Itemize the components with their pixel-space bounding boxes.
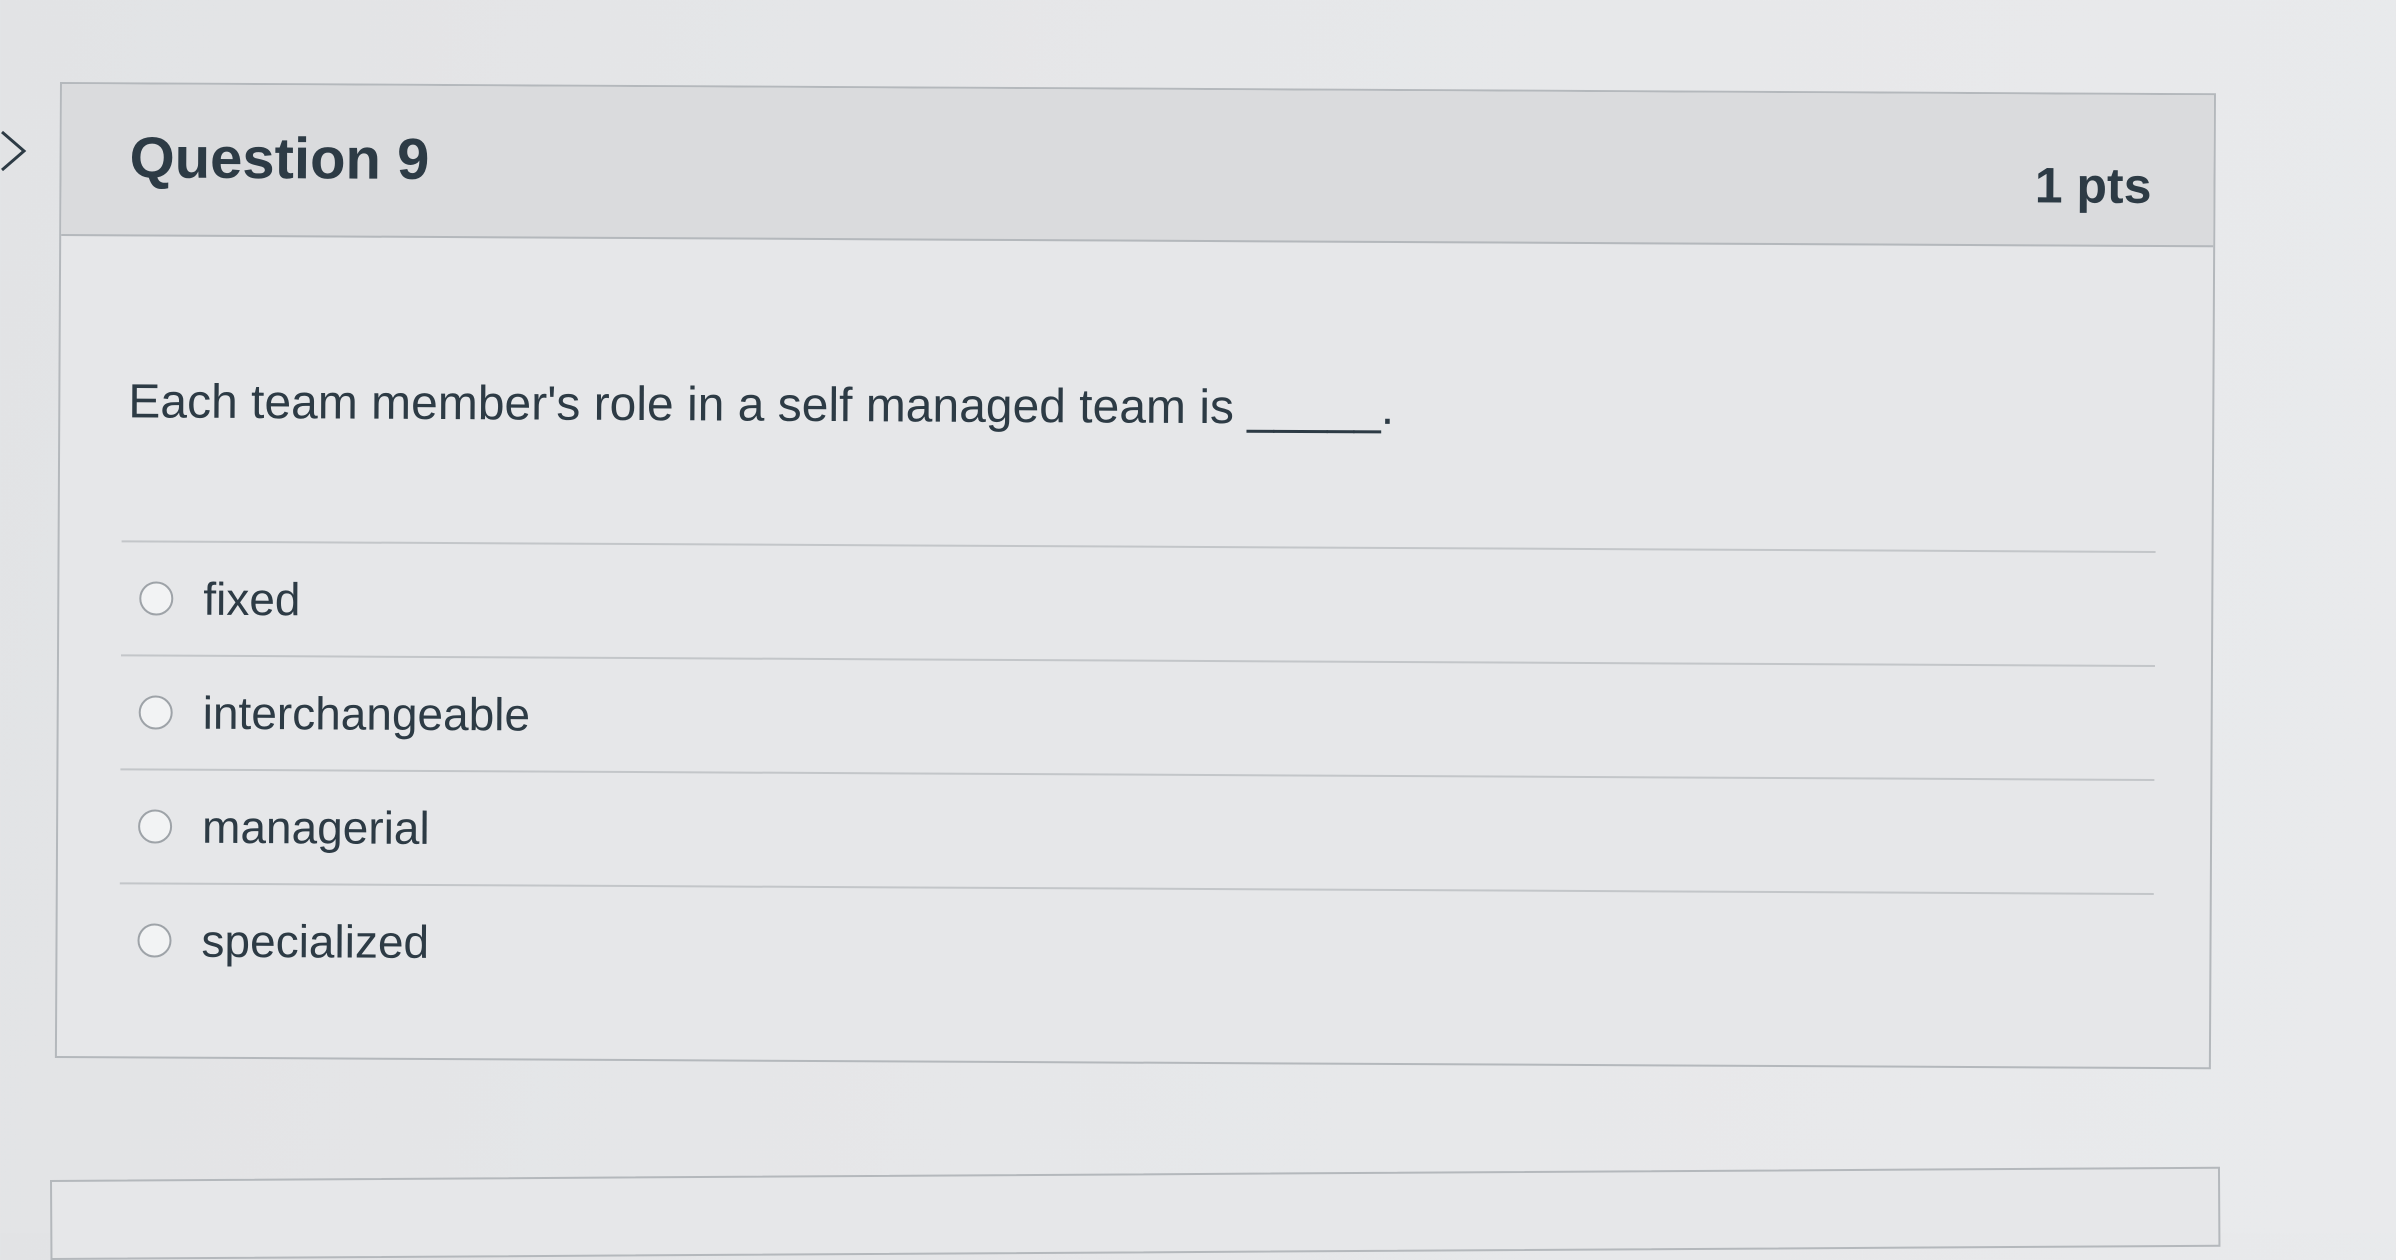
answer-label[interactable]: managerial [202,800,430,855]
answer-label[interactable]: fixed [203,572,300,627]
radio-button-icon[interactable] [138,809,173,844]
question-points: 1 pts [2034,157,2152,214]
question-text: Each team member's role in a self manage… [128,375,1395,435]
answer-option-interchangeable[interactable]: interchangeable [120,656,2155,781]
radio-button-icon[interactable] [138,695,173,730]
answer-option-managerial[interactable]: managerial [119,770,2155,895]
question-card: Question 9 1 pts Each team member's role… [54,82,2216,1070]
radio-button-icon[interactable] [137,923,172,958]
answer-label[interactable]: specialized [201,914,429,969]
answer-label[interactable]: interchangeable [203,686,531,742]
answer-option-specialized[interactable]: specialized [119,884,2154,1007]
question-header: Question 9 1 pts [61,84,2214,248]
answer-list: fixed interchangeable managerial special… [119,540,2156,1007]
next-question-card [50,1166,2221,1260]
answer-option-fixed[interactable]: fixed [120,542,2156,667]
radio-button-icon[interactable] [139,581,174,616]
question-title: Question 9 [129,125,430,192]
chevron-right-icon[interactable] [0,128,30,174]
